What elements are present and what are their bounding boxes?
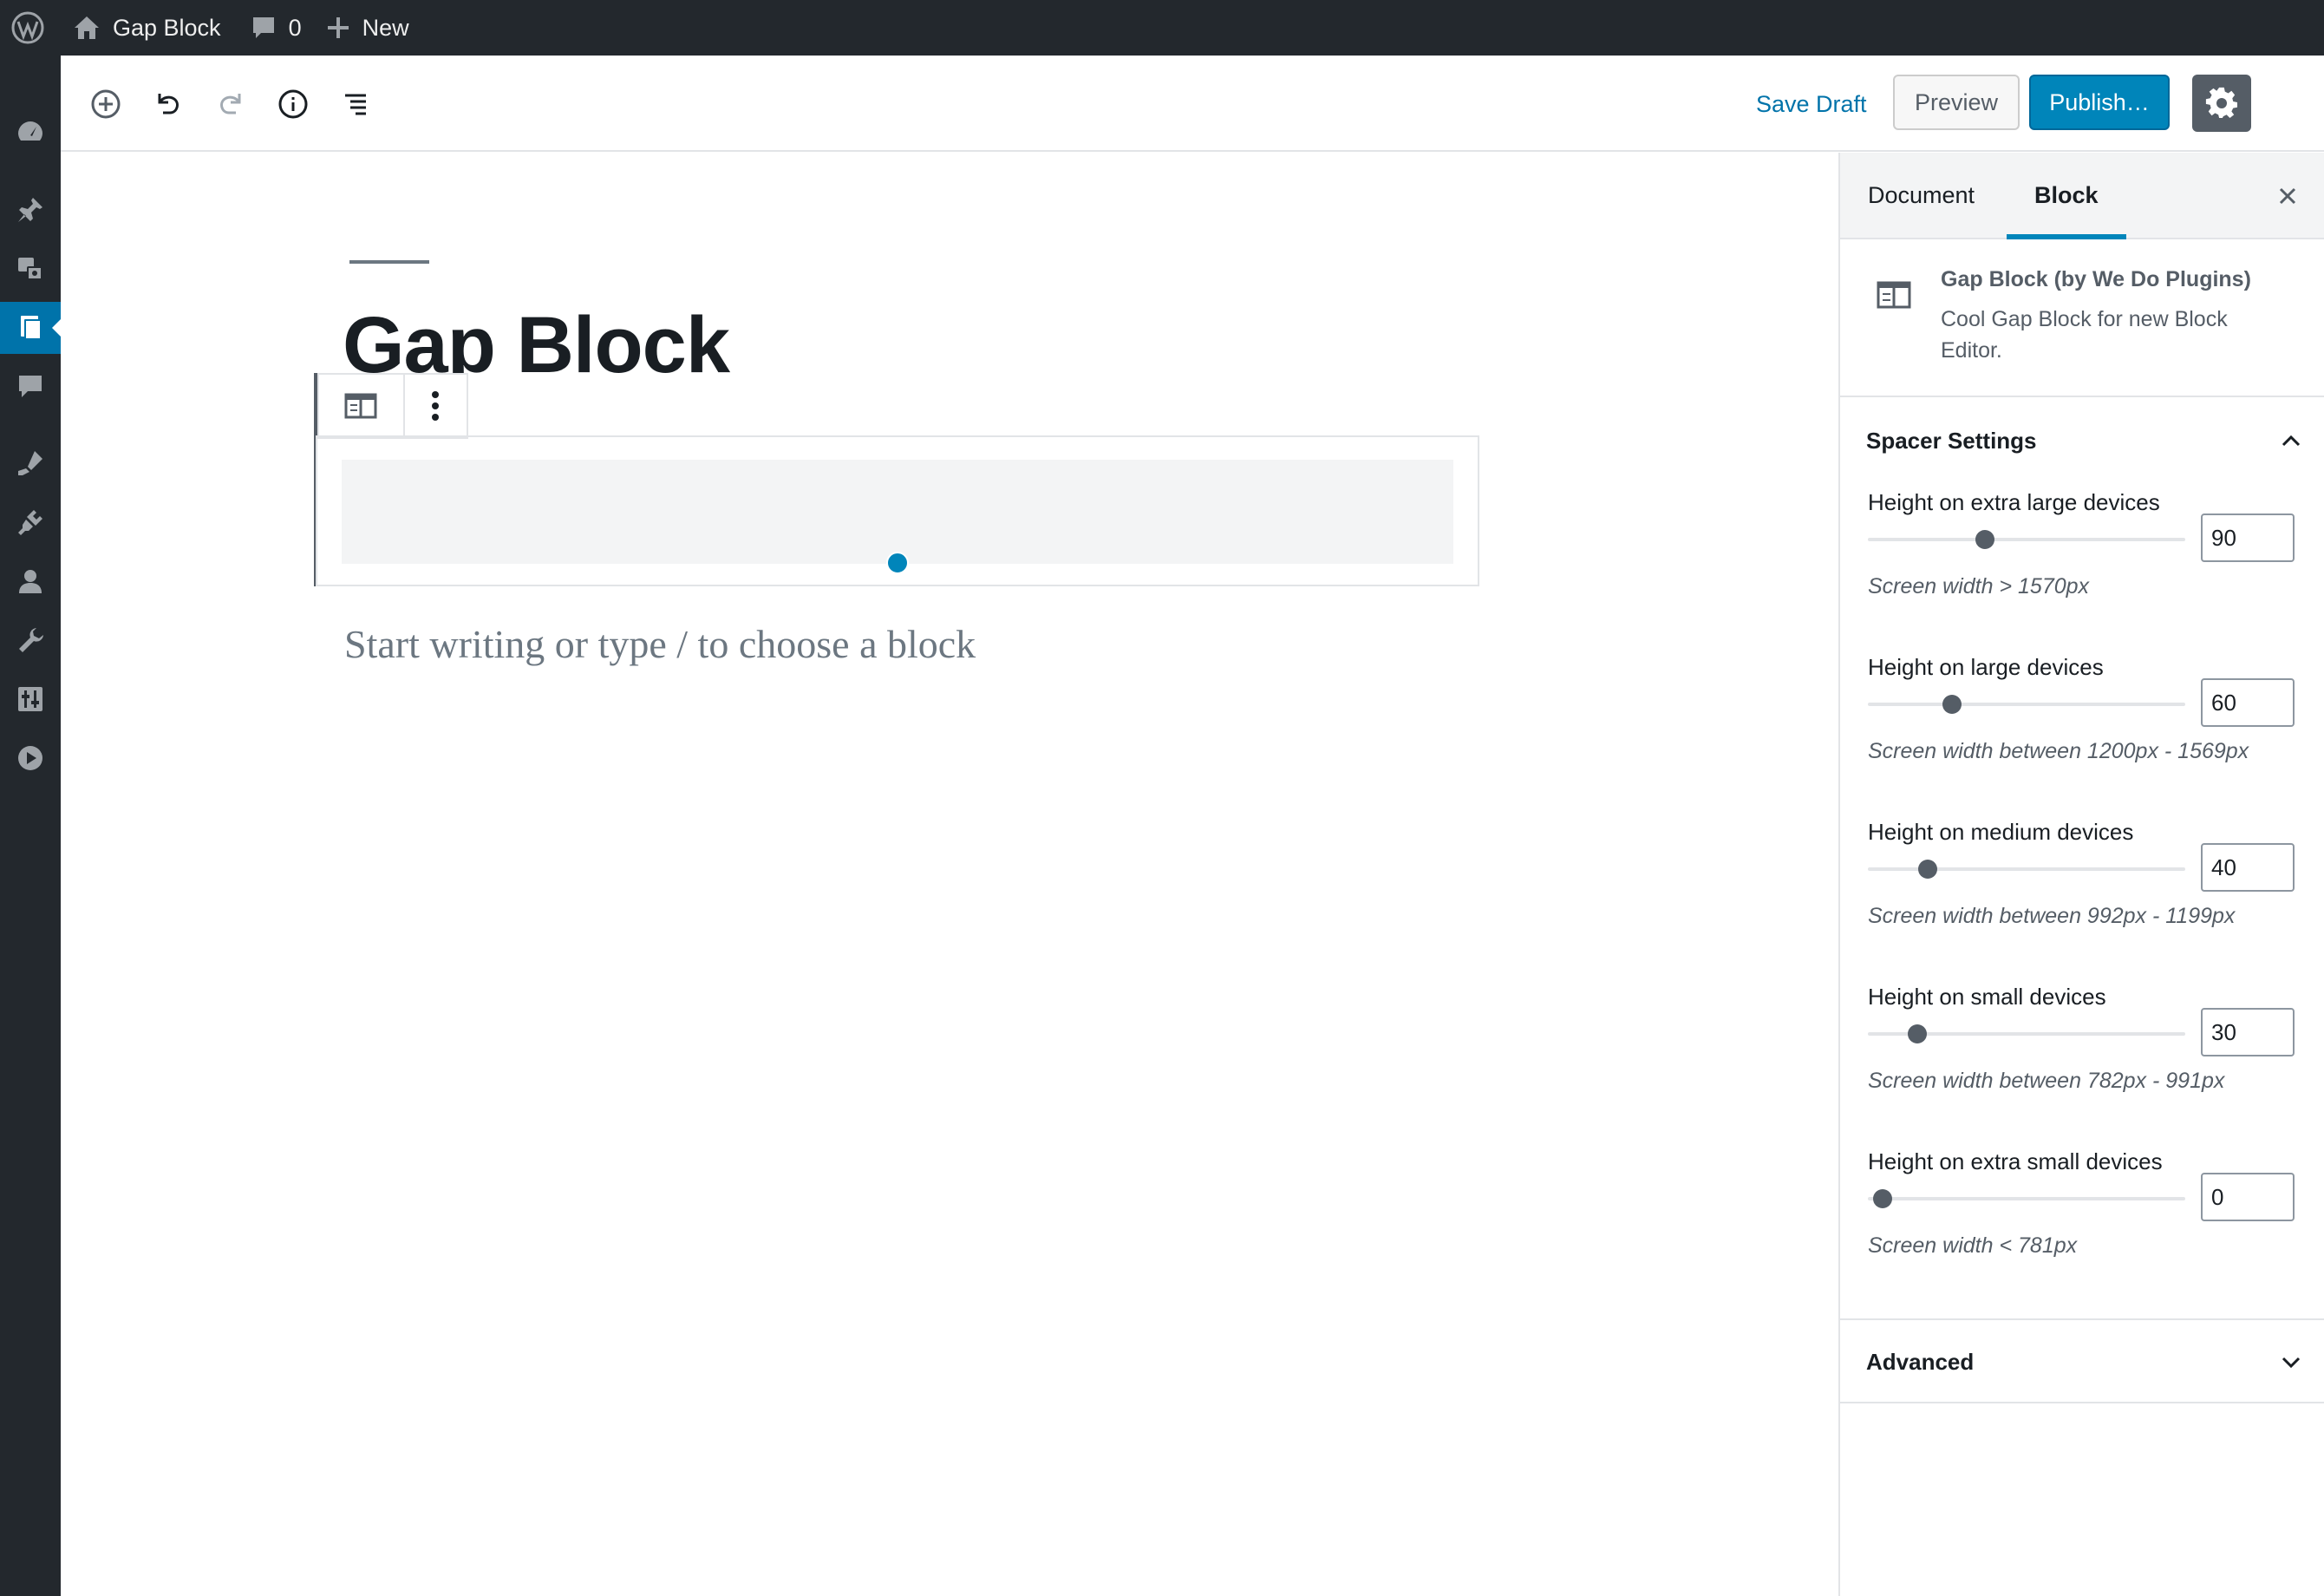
range-thumb[interactable]: [1873, 1189, 1892, 1208]
chevron-down-icon: [2274, 1344, 2308, 1379]
add-block-button[interactable]: [82, 80, 130, 128]
sidebar-tabs: Document Block: [1840, 153, 2324, 239]
settings-sliders-icon[interactable]: [0, 673, 61, 725]
range-track[interactable]: [1868, 1197, 2185, 1200]
close-icon: [2279, 187, 2296, 205]
setting-label: Height on small devices: [1868, 984, 2106, 1010]
redo-icon: [220, 94, 241, 114]
setting-label: Height on extra small devices: [1868, 1148, 2163, 1174]
plus-circle-icon: [91, 89, 121, 119]
height-input[interactable]: 90: [2201, 513, 2295, 562]
save-draft-button[interactable]: Save Draft: [1739, 85, 1884, 123]
users-icon[interactable]: [0, 555, 61, 607]
block-card: Gap Block (by We Do Plugins) Cool Gap Bl…: [1840, 241, 2324, 397]
spacer-area: [342, 460, 1453, 574]
advanced-panel-toggle[interactable]: Advanced: [1840, 1320, 2324, 1403]
range-track[interactable]: [1868, 867, 2185, 871]
default-block-appender[interactable]: Start writing or type / to choose a bloc…: [344, 621, 976, 667]
height-input[interactable]: 40: [2201, 843, 2295, 892]
media-icon[interactable]: [0, 243, 61, 295]
gap-block-icon: [344, 393, 377, 419]
title-separator: [349, 260, 429, 264]
site-name-link[interactable]: Gap Block: [55, 0, 238, 56]
panel-divider: [1840, 1402, 2324, 1403]
redo-button[interactable]: [206, 80, 255, 128]
new-label: New: [362, 14, 409, 41]
list-outline-icon: [345, 94, 366, 115]
range-thumb[interactable]: [1975, 530, 1994, 549]
pages-icon[interactable]: [0, 302, 61, 354]
range-thumb[interactable]: [1908, 1024, 1927, 1043]
setting-label: Height on large devices: [1868, 654, 2104, 680]
range-thumb[interactable]: [1918, 860, 1937, 879]
preview-button[interactable]: Preview: [1893, 75, 2020, 130]
setting-label: Height on extra large devices: [1868, 489, 2160, 515]
comment-bubble-icon: [252, 17, 274, 38]
setting-xl: Height on extra large devices 90 Screen …: [1868, 489, 2301, 645]
block-navigation-button[interactable]: [331, 80, 380, 128]
range-track[interactable]: [1868, 703, 2185, 706]
editor-header: Save Draft Preview Publish…: [61, 56, 2324, 152]
setting-md: Height on medium devices 40 Screen width…: [1868, 819, 2301, 975]
spacer-settings-title: Spacer Settings: [1866, 428, 2037, 454]
height-input[interactable]: 30: [2201, 1008, 2295, 1056]
height-input[interactable]: 0: [2201, 1173, 2295, 1221]
spacer-settings-panel-toggle[interactable]: Spacer Settings: [1840, 399, 2324, 482]
setting-sm: Height on small devices 30 Screen width …: [1868, 984, 2301, 1140]
admin-bar: Gap Block 0 New: [0, 0, 2324, 56]
dashboard-icon[interactable]: [0, 106, 61, 158]
site-name: Gap Block: [113, 14, 221, 41]
gear-icon: [2205, 87, 2237, 119]
block-toolbar: [317, 373, 468, 439]
comments-icon[interactable]: [0, 361, 61, 413]
undo-button[interactable]: [144, 80, 193, 128]
tab-block[interactable]: Block: [2007, 153, 2126, 239]
comments-count: 0: [288, 14, 302, 41]
appearance-icon[interactable]: [0, 437, 61, 489]
block-card-description: Cool Gap Block for new Block Editor.: [1941, 307, 2228, 363]
publish-button[interactable]: Publish…: [2029, 75, 2170, 130]
close-sidebar-button[interactable]: [2270, 179, 2305, 213]
vertical-ellipsis-icon: [432, 391, 440, 421]
height-input[interactable]: 60: [2201, 678, 2295, 727]
settings-sidebar: Document Block Gap Block (by We Do Plugi…: [1838, 153, 2324, 1596]
block-card-title: Gap Block (by We Do Plugins): [1941, 267, 2251, 291]
undo-icon: [158, 94, 179, 114]
tab-document[interactable]: Document: [1840, 153, 2002, 239]
setting-help: Screen width between 782px - 991px: [1868, 1069, 2225, 1093]
setting-help: Screen width < 781px: [1868, 1233, 2078, 1258]
setting-label: Height on medium devices: [1868, 819, 2134, 845]
advanced-title: Advanced: [1866, 1349, 1975, 1375]
gap-block[interactable]: [316, 435, 1479, 586]
range-thumb[interactable]: [1942, 695, 1962, 714]
editor-canvas: Gap Block Start writing or type / to cho…: [61, 153, 1838, 1596]
pin-posts-icon[interactable]: [0, 184, 61, 236]
resize-handle[interactable]: [886, 552, 909, 574]
setting-lg: Height on large devices 60 Screen width …: [1868, 654, 2301, 810]
wordpress-logo-icon[interactable]: [0, 0, 55, 56]
gap-block-icon: [1877, 281, 1911, 309]
setting-help: Screen width between 1200px - 1569px: [1868, 739, 2249, 763]
plugins-icon[interactable]: [0, 496, 61, 548]
setting-xs: Height on extra small devices 0 Screen w…: [1868, 1148, 2301, 1305]
new-content-link[interactable]: New: [314, 0, 421, 56]
chevron-up-icon: [2274, 423, 2308, 458]
play-circle-icon[interactable]: [0, 732, 61, 784]
tools-icon[interactable]: [0, 614, 61, 666]
range-track[interactable]: [1868, 538, 2185, 541]
admin-menu: [0, 56, 61, 1596]
setting-help: Screen width > 1570px: [1868, 574, 2090, 598]
comments-link[interactable]: 0: [238, 0, 314, 56]
settings-toggle-button[interactable]: [2192, 75, 2251, 132]
block-type-button[interactable]: [319, 375, 405, 437]
block-more-options-button[interactable]: [405, 375, 467, 437]
setting-help: Screen width between 992px - 1199px: [1868, 904, 2236, 928]
info-icon: [278, 89, 308, 119]
plus-icon: [327, 17, 349, 38]
home-icon: [75, 16, 99, 39]
content-info-button[interactable]: [269, 80, 317, 128]
